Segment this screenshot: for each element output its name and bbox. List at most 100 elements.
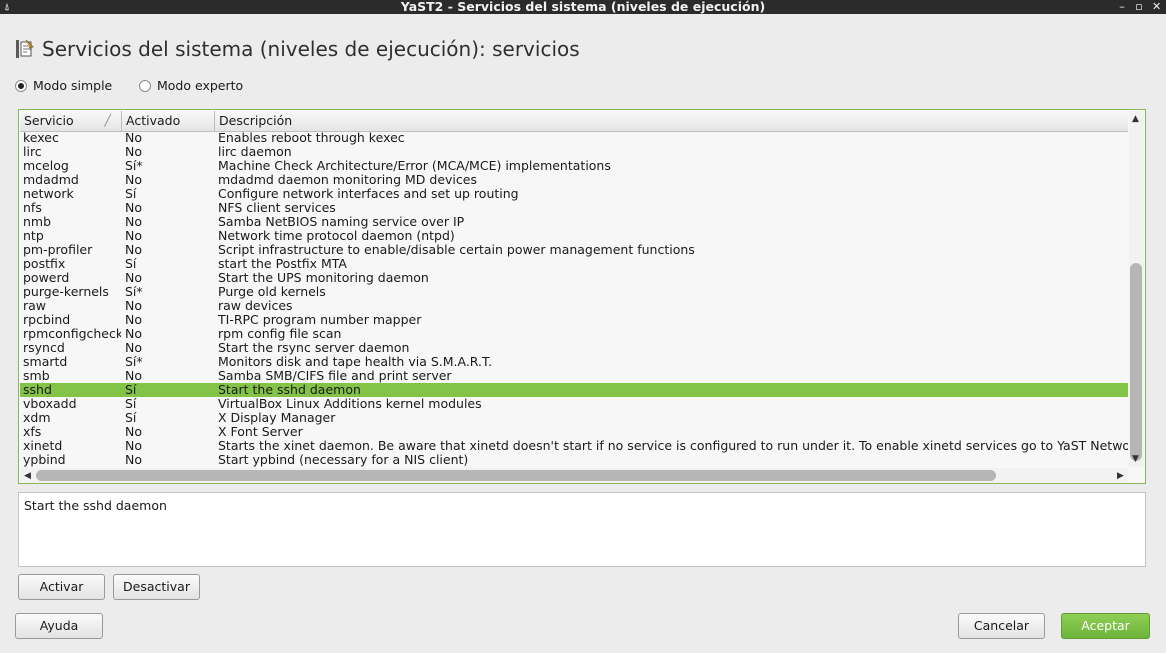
vertical-scroll-thumb[interactable] (1130, 263, 1142, 461)
column-header-enabled[interactable]: Activado (122, 111, 215, 131)
description-cell: raw devices (218, 299, 293, 313)
table-row[interactable]: rpcbind No TI-RPC program number mapper (20, 313, 1128, 327)
description-cell: mdadmd daemon monitoring MD devices (218, 173, 477, 187)
table-row[interactable]: lirc No lirc daemon (20, 145, 1128, 159)
window-menu-icon[interactable]: ⍋ (4, 1, 10, 14)
service-cell: xdm (23, 411, 51, 425)
description-cell: NFS client services (218, 201, 336, 215)
service-cell: rsyncd (23, 341, 65, 355)
expert-mode-radio[interactable]: Modo experto (139, 78, 243, 93)
minimize-icon[interactable]: – (1118, 0, 1126, 14)
table-row[interactable]: pm-profiler No Script infrastructure to en… (20, 243, 1128, 257)
maximize-icon[interactable]: ▫ (1135, 0, 1143, 14)
service-description-text: Start the sshd daemon (24, 498, 167, 513)
table-row[interactable]: ypbind No Start ypbind (necessary for a NI… (20, 453, 1128, 467)
service-cell: postfix (23, 257, 66, 271)
table-row[interactable]: xinetd No Starts the xinet daemon. Be awar… (20, 439, 1128, 453)
scroll-down-icon[interactable]: ▼ (1132, 454, 1139, 464)
enabled-cell: No (125, 215, 142, 229)
column-header-description[interactable]: Descripción (215, 111, 1128, 131)
table-row[interactable]: smb No Samba SMB/CIFS file and print serve… (20, 369, 1128, 383)
accept-button[interactable]: Aceptar (1061, 613, 1150, 639)
service-cell: rpmconfigcheck (23, 327, 121, 341)
enabled-cell: No (125, 299, 142, 313)
scroll-left-icon[interactable]: ◀ (24, 471, 31, 481)
enabled-cell: Sí* (125, 159, 143, 173)
description-cell: VirtualBox Linux Additions kernel module… (218, 397, 482, 411)
close-icon[interactable]: ✕ (1152, 0, 1161, 14)
expert-mode-label[interactable]: Modo experto (157, 78, 243, 93)
enabled-cell: Sí* (125, 355, 143, 369)
description-cell: Purge old kernels (218, 285, 326, 299)
description-cell: Start the sshd daemon (218, 383, 361, 397)
table-row[interactable]: raw No raw devices (20, 299, 1128, 313)
description-cell: rpm config file scan (218, 327, 342, 341)
window-title-bar[interactable]: ⍋ YaST2 - Servicios del sistema (niveles… (0, 0, 1166, 14)
service-cell: smartd (23, 355, 68, 369)
table-row[interactable]: mdadmd No mdadmd daemon monitoring MD devi… (20, 173, 1128, 187)
expert-mode-radio-indicator[interactable] (139, 79, 151, 92)
description-cell: Start ypbind (necessary for a NIS client… (218, 453, 469, 467)
service-cell: kexec (23, 131, 59, 145)
scroll-up-icon[interactable]: ▲ (1132, 114, 1139, 124)
service-cell: pm-profiler (23, 243, 93, 257)
enabled-cell: No (125, 425, 142, 439)
description-cell: X Display Manager (218, 411, 336, 425)
table-row[interactable]: nmb No Samba NetBIOS naming service over I… (20, 215, 1128, 229)
services-table[interactable]: Servicio ╱ Activado Descripción kexec No E… (18, 109, 1146, 484)
simple-mode-radio[interactable]: Modo simple (15, 78, 112, 93)
table-row[interactable]: powerd No Start the UPS monitoring daemon (20, 271, 1128, 285)
table-row[interactable]: nfs No NFS client services (20, 201, 1128, 215)
enable-button[interactable]: Activar (18, 574, 105, 600)
enabled-cell: No (125, 439, 142, 453)
table-row[interactable]: xfs No X Font Server (20, 425, 1128, 439)
enabled-cell: No (125, 243, 142, 257)
table-row[interactable]: smartd Sí* Monitors disk and tape health v… (20, 355, 1128, 369)
help-button[interactable]: Ayuda (15, 613, 103, 639)
column-header-service[interactable]: Servicio ╱ (20, 111, 122, 131)
description-cell: Network time protocol daemon (ntpd) (218, 229, 455, 243)
enabled-cell: Sí (125, 397, 137, 411)
table-row[interactable]: xdm Sí X Display Manager (20, 411, 1128, 425)
table-row[interactable]: purge-kernels Sí* Purge old kernels (20, 285, 1128, 299)
enabled-cell: Sí* (125, 285, 143, 299)
service-cell: purge-kernels (23, 285, 109, 299)
enabled-cell: No (125, 271, 142, 285)
service-cell: rpcbind (23, 313, 71, 327)
simple-mode-label[interactable]: Modo simple (33, 78, 112, 93)
window-title: YaST2 - Servicios del sistema (niveles d… (400, 0, 766, 14)
description-cell: Script infrastructure to enable/disable … (218, 243, 695, 257)
service-cell: powerd (23, 271, 70, 285)
table-row[interactable]: rpmconfigcheck No rpm config file scan (20, 327, 1128, 341)
service-cell: mdadmd (23, 173, 79, 187)
description-cell: start the Postfix MTA (218, 257, 347, 271)
runlevel-editor-icon (16, 39, 34, 58)
table-row[interactable]: ntp No Network time protocol daemon (ntpd) (20, 229, 1128, 243)
horizontal-scrollbar[interactable]: ◀ ▶ (20, 468, 1128, 483)
table-row[interactable]: rsyncd No Start the rsync server daemon (20, 341, 1128, 355)
table-row[interactable]: mcelog Sí* Machine Check Architecture/Erro… (20, 159, 1128, 173)
table-body[interactable]: kexec No Enables reboot through kexec lirc N… (20, 131, 1128, 468)
simple-mode-radio-indicator[interactable] (15, 79, 27, 92)
scroll-right-icon[interactable]: ▶ (1117, 471, 1124, 481)
enabled-cell: Sí (125, 411, 137, 425)
table-row[interactable]: kexec No Enables reboot through kexec (20, 131, 1128, 145)
horizontal-scroll-thumb[interactable] (36, 470, 996, 481)
service-cell: lirc (23, 145, 42, 159)
cancel-button[interactable]: Cancelar (958, 613, 1045, 639)
description-cell: Samba NetBIOS naming service over IP (218, 215, 465, 229)
disable-button[interactable]: Desactivar (113, 574, 200, 600)
enabled-cell: No (125, 341, 142, 355)
table-row[interactable]: vboxadd Sí VirtualBox Linux Additions kern… (20, 397, 1128, 411)
enabled-cell: No (125, 173, 142, 187)
page-title: Servicios del sistema (niveles de ejecuc… (42, 37, 580, 61)
description-cell: Start the rsync server daemon (218, 341, 410, 355)
enabled-cell: No (125, 131, 142, 145)
description-cell: lirc daemon (218, 145, 292, 159)
table-row[interactable]: sshd Sí Start the sshd daemon (20, 383, 1128, 397)
description-cell: TI-RPC program number mapper (218, 313, 422, 327)
table-row[interactable]: postfix Sí start the Postfix MTA (20, 257, 1128, 271)
column-header-enabled-label: Activado (126, 113, 181, 128)
vertical-scrollbar[interactable]: ▲ ▼ (1129, 111, 1144, 467)
table-row[interactable]: network Sí Configure network interfaces an… (20, 187, 1128, 201)
